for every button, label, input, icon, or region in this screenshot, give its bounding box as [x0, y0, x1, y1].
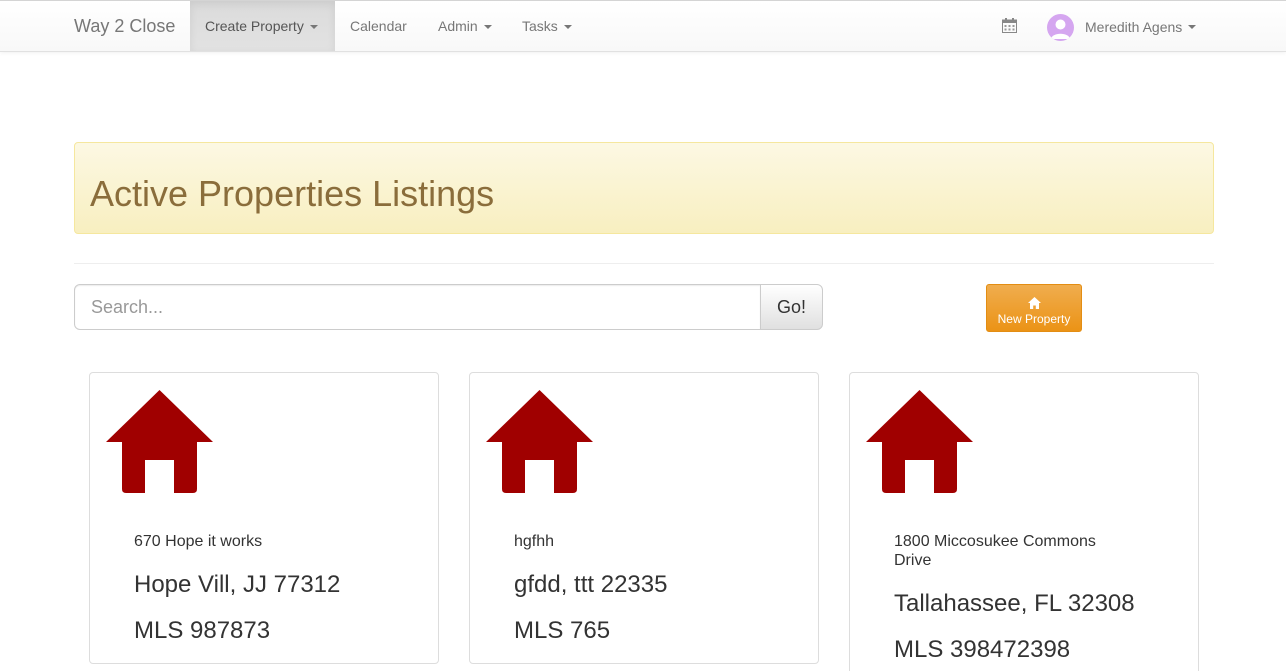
- new-property-label: New Property: [997, 312, 1071, 326]
- nav-calendar-label: Calendar: [350, 18, 407, 34]
- nav-admin[interactable]: Admin: [423, 1, 507, 51]
- search-input[interactable]: [74, 284, 761, 330]
- property-street: 1800 Miccosukee Commons Drive: [894, 533, 1096, 569]
- page-title: Active Properties Listings: [90, 173, 495, 214]
- house-icon: [486, 390, 593, 493]
- user-avatar-icon: [1047, 13, 1074, 41]
- property-mls: MLS 765: [514, 617, 611, 644]
- nav-tasks[interactable]: Tasks: [507, 1, 587, 51]
- chevron-down-icon: [483, 25, 492, 30]
- property-city-line: gfdd, ttt 22335: [514, 571, 668, 598]
- nav-create-property-label: Create Property: [205, 18, 304, 34]
- property-card[interactable]: hgfhh gfdd, ttt 22335 MLS 765: [469, 372, 819, 664]
- nav-calendar[interactable]: Calendar: [335, 1, 422, 51]
- nav-tasks-label: Tasks: [522, 18, 558, 34]
- property-city-line: Tallahassee, FL 32308: [894, 590, 1135, 617]
- brand-link[interactable]: Way 2 Close: [74, 16, 175, 37]
- go-button[interactable]: Go!: [760, 284, 823, 330]
- top-navbar: Way 2 Close Create Property Calendar Adm…: [0, 0, 1286, 52]
- user-menu[interactable]: Meredith Agens: [1047, 13, 1197, 41]
- divider: [74, 263, 1214, 264]
- chevron-down-icon: [309, 25, 318, 30]
- property-mls: MLS 987873: [134, 617, 271, 644]
- home-icon: [1027, 297, 1041, 309]
- property-street: hgfhh: [514, 533, 555, 550]
- chevron-down-icon: [563, 25, 572, 30]
- user-name: Meredith Agens: [1085, 19, 1183, 35]
- house-icon: [106, 390, 213, 493]
- property-card[interactable]: 670 Hope it works Hope Vill, JJ 77312 ML…: [89, 372, 439, 664]
- page-header-banner: Active Properties Listings: [74, 142, 1214, 234]
- property-mls: MLS 398472398: [894, 636, 1071, 663]
- house-icon: [866, 390, 973, 493]
- nav-admin-label: Admin: [438, 18, 478, 34]
- new-property-button[interactable]: New Property: [986, 284, 1082, 332]
- calendar-icon[interactable]: [1002, 18, 1017, 33]
- chevron-down-icon: [1188, 25, 1197, 29]
- nav-create-property[interactable]: Create Property: [190, 1, 335, 51]
- property-card[interactable]: 1800 Miccosukee Commons Drive Tallahasse…: [849, 372, 1199, 671]
- property-street: 670 Hope it works: [134, 533, 263, 550]
- property-city-line: Hope Vill, JJ 77312: [134, 571, 341, 598]
